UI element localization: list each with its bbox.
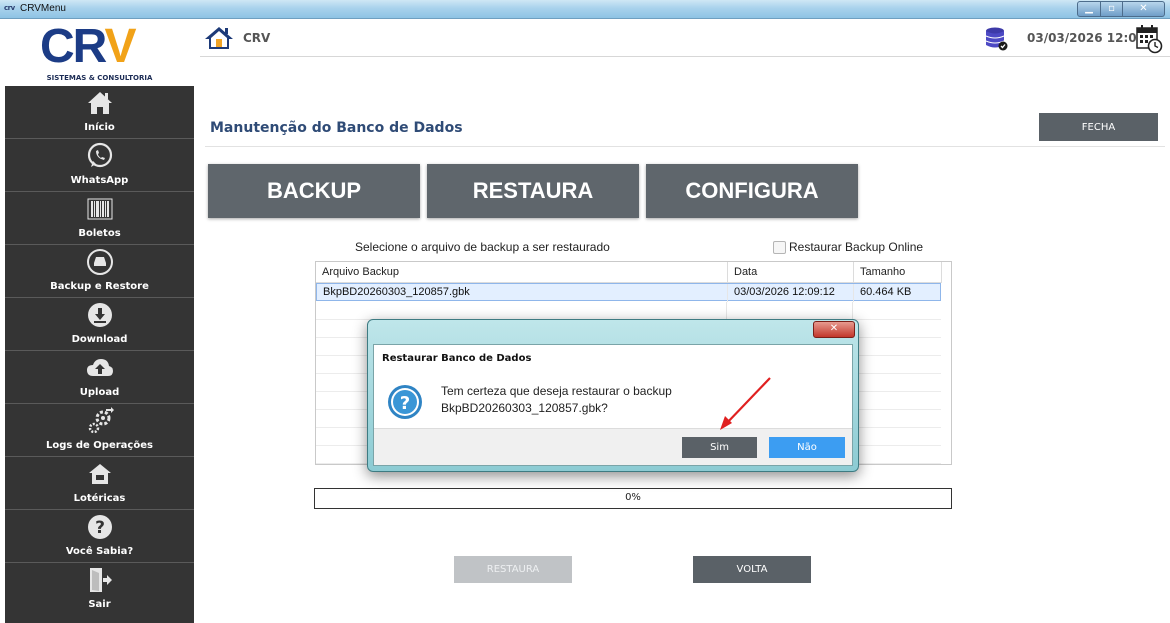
dialog-message-line2: BkpBD20260303_120857.gbk? — [441, 401, 608, 415]
red-arrow-annotation — [715, 375, 775, 439]
logo-subtitle: SISTEMAS & CONSULTORIA — [46, 74, 153, 82]
home-icon[interactable] — [204, 25, 234, 55]
sidebar-item-label: Logs de Operações — [46, 440, 153, 451]
close-page-button[interactable]: FECHA — [1039, 113, 1158, 141]
progress-label: 0% — [625, 492, 641, 503]
tab-configura[interactable]: CONFIGURA — [646, 164, 858, 218]
sidebar-item-whatsapp[interactable]: WhatsApp — [5, 139, 194, 192]
svg-text:?: ? — [95, 518, 105, 538]
sidebar-item-label: Download — [71, 334, 128, 345]
sidebar-item-sair[interactable]: Sair — [5, 563, 194, 616]
sidebar-item-voce-sabia[interactable]: ? Você Sabia? — [5, 510, 194, 563]
database-icon[interactable] — [984, 26, 1008, 56]
sidebar-item-download[interactable]: Download — [5, 298, 194, 351]
logo-wordmark: CRV — [40, 20, 136, 73]
empty-table-row — [316, 302, 941, 320]
restore-online-checkbox[interactable] — [773, 241, 786, 254]
dialog-footer: Sim Não — [374, 428, 852, 465]
logo: CRV SISTEMAS & CONSULTORIA — [5, 20, 194, 86]
sidebar-item-inicio[interactable]: Início — [5, 86, 194, 139]
restaura-button[interactable]: RESTAURA — [454, 556, 572, 583]
sidebar: Início WhatsApp Boletos Backup e Restore… — [5, 86, 194, 623]
dialog-message-line1: Tem certeza que deseja restaurar o backu… — [441, 384, 672, 398]
sidebar-item-logs[interactable]: Logs de Operações — [5, 404, 194, 457]
sidebar-item-label: WhatsApp — [70, 175, 129, 186]
sidebar-item-label: Início — [84, 122, 115, 133]
window-titlebar: crv CRVMenu ▁ ▫ ✕ — [0, 0, 1170, 19]
page-title: Manutenção do Banco de Dados — [210, 120, 463, 136]
cloud-upload-icon — [5, 354, 194, 382]
no-button[interactable]: Não — [769, 437, 845, 458]
sidebar-item-lotericas[interactable]: Lotéricas — [5, 457, 194, 510]
sidebar-item-boletos[interactable]: Boletos — [5, 192, 194, 245]
yes-button[interactable]: Sim — [682, 437, 757, 458]
whatsapp-icon — [5, 142, 194, 170]
header-title: CRV — [243, 31, 271, 45]
window-controls: ▁ ▫ ✕ — [1077, 1, 1165, 17]
tab-restaura[interactable]: RESTAURA — [427, 164, 639, 218]
calendar-clock-icon[interactable] — [1135, 24, 1163, 58]
select-backup-label: Selecione o arquivo de backup a ser rest… — [355, 240, 610, 254]
cell-date: 03/03/2026 12:09:12 — [728, 284, 854, 302]
sidebar-item-label: Backup e Restore — [50, 281, 149, 292]
dialog-title: Restaurar Banco de Dados — [382, 353, 532, 364]
sidebar-item-backup-restore[interactable]: Backup e Restore — [5, 245, 194, 298]
sidebar-item-label: Upload — [79, 387, 120, 398]
sidebar-item-label: Sair — [88, 599, 111, 610]
gears-icon — [5, 407, 194, 435]
store-icon — [5, 460, 194, 488]
sidebar-item-upload[interactable]: Upload — [5, 351, 194, 404]
exit-door-icon — [5, 566, 194, 594]
column-header-arquivo[interactable]: Arquivo Backup — [316, 262, 728, 283]
title-divider — [205, 146, 1165, 147]
cloud-download-icon — [5, 301, 194, 329]
sidebar-item-label: Você Sabia? — [65, 546, 134, 557]
barcode-icon — [5, 195, 194, 223]
svg-text:?: ? — [400, 393, 410, 414]
restore-progress-bar: 0% — [314, 488, 952, 509]
home-icon — [5, 89, 194, 117]
logo-letter-r: R — [72, 20, 107, 73]
restore-confirm-dialog: ✕ Restaurar Banco de Dados ? Tem certeza… — [367, 319, 859, 472]
window-title: CRVMenu — [20, 3, 66, 14]
logo-letter-c: C — [40, 20, 75, 73]
volta-button[interactable]: VOLTA — [693, 556, 811, 583]
dialog-content: Restaurar Banco de Dados ? Tem certeza q… — [373, 344, 853, 466]
column-header-data[interactable]: Data — [728, 262, 854, 283]
window-close-button[interactable]: ✕ — [1123, 1, 1165, 17]
question-icon: ? — [5, 513, 194, 541]
maximize-button[interactable]: ▫ — [1101, 1, 1123, 17]
tab-backup[interactable]: BACKUP — [208, 164, 420, 218]
app-icon: crv — [4, 4, 15, 12]
table-row[interactable]: BkpBD20260303_120857.gbk 03/03/2026 12:0… — [316, 283, 941, 302]
dialog-close-button[interactable]: ✕ — [813, 321, 855, 338]
backup-icon — [5, 248, 194, 276]
header: CRV 03/03/2026 12:06 — [200, 20, 1170, 57]
restore-online-label[interactable]: Restaurar Backup Online — [789, 240, 923, 254]
question-icon: ? — [387, 384, 423, 424]
cell-file: BkpBD20260303_120857.gbk — [317, 284, 728, 302]
column-header-tamanho[interactable]: Tamanho — [854, 262, 942, 283]
sidebar-item-label: Lotéricas — [73, 493, 126, 504]
sidebar-item-label: Boletos — [78, 228, 121, 239]
logo-letter-v: V — [104, 20, 136, 73]
minimize-button[interactable]: ▁ — [1077, 1, 1101, 17]
header-datetime: 03/03/2026 12:06 — [1027, 31, 1145, 45]
cell-size: 60.464 KB — [860, 286, 912, 298]
